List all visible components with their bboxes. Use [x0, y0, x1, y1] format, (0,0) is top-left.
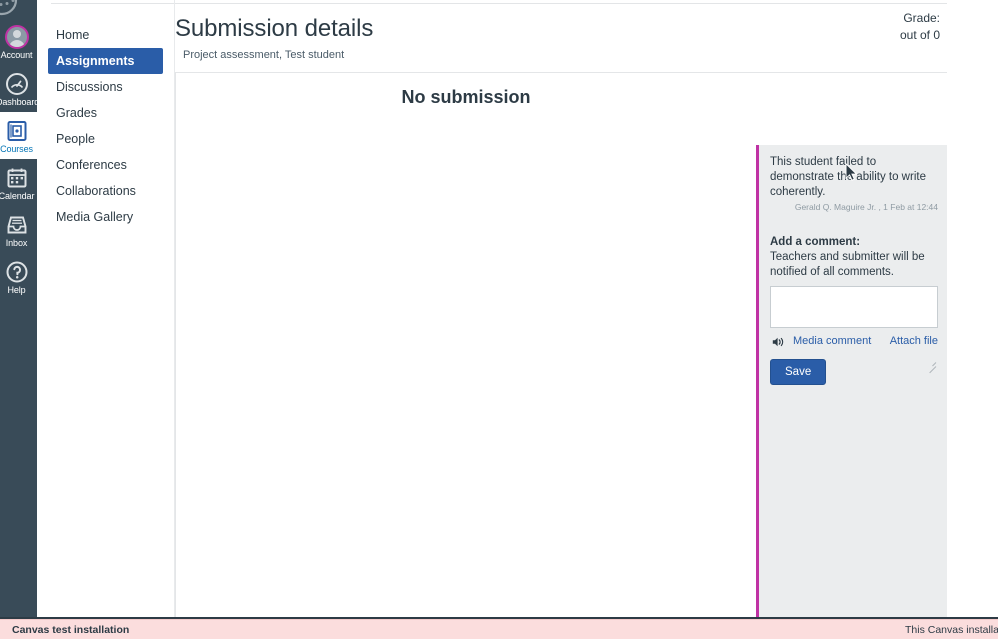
speaker-icon: [772, 335, 785, 353]
global-nav-label-dashboard: Dashboard: [0, 97, 37, 107]
grade-label: Grade:: [903, 11, 940, 25]
page-right-gutter: [947, 0, 998, 617]
environment-banner: Canvas test installation This Canvas ins…: [0, 619, 998, 639]
comments-sidebar: This student failed to demonstrate the a…: [756, 145, 949, 617]
no-submission-message: No submission: [401, 87, 531, 107]
attach-file-link[interactable]: Attach file: [890, 333, 938, 349]
global-nav-label-inbox: Inbox: [5, 238, 28, 248]
course-nav-list-item: Grades: [37, 100, 174, 126]
environment-banner-left-text: Canvas test installation: [12, 624, 130, 636]
global-nav-item-help[interactable]: Help: [0, 253, 37, 300]
sidebar-item-discussions[interactable]: Discussions: [48, 74, 163, 100]
course-nav-list: Home Assignments Discussions Grades Peop…: [37, 8, 174, 230]
course-nav-top-divider: [51, 3, 174, 4]
points-possible: out of 0: [899, 28, 940, 42]
environment-banner-right-text: This Canvas installatio: [905, 624, 998, 636]
course-nav-list-item: Assignments: [37, 48, 174, 74]
sidebar-item-assignments[interactable]: Assignments: [48, 48, 163, 74]
page-header: Submission details Project assessment, T…: [175, 14, 998, 62]
app-screen: Account Dashboard Courses: [0, 0, 998, 639]
course-nav-list-item: Media Gallery: [37, 204, 174, 230]
global-nav-label-account: Account: [0, 50, 33, 60]
sidebar-item-media-gallery[interactable]: Media Gallery: [48, 204, 163, 230]
textarea-resize-handle[interactable]: [928, 359, 937, 374]
save-button[interactable]: Save: [770, 359, 827, 385]
calendar-icon: [0, 165, 37, 191]
course-nav-list-item: Collaborations: [37, 178, 174, 204]
global-nav-item-calendar[interactable]: Calendar: [0, 159, 37, 206]
sidebar-item-collaborations[interactable]: Collaborations: [48, 178, 163, 204]
global-nav-item-account[interactable]: Account: [0, 18, 37, 65]
global-nav-label-calendar: Calendar: [0, 191, 35, 201]
comment-input[interactable]: [770, 286, 938, 328]
course-nav-list-item: People: [37, 126, 174, 152]
global-navigation: Account Dashboard Courses: [0, 0, 37, 617]
global-nav-label-courses: Courses: [0, 144, 33, 154]
dashboard-icon: [0, 71, 37, 97]
content-top-divider: [175, 3, 948, 4]
comment-notify-text: Teachers and submitter will be notified …: [770, 251, 925, 278]
sidebar-item-grades[interactable]: Grades: [48, 100, 163, 126]
sidebar-item-people[interactable]: People: [48, 126, 163, 152]
courses-book-icon: [0, 118, 37, 144]
grade-summary: Grade: out of 0: [900, 10, 940, 44]
course-nav-list-item: Home: [37, 22, 174, 48]
user-avatar-icon: [0, 24, 37, 50]
global-nav-item-courses[interactable]: Courses: [0, 112, 37, 159]
media-comment-link[interactable]: Media comment: [793, 333, 871, 349]
global-nav-label-help: Help: [7, 285, 26, 295]
page-title: Submission details: [175, 15, 374, 42]
sidebar-item-conferences[interactable]: Conferences: [48, 152, 163, 178]
inbox-tray-icon: [0, 212, 37, 238]
comment-attachment-row: Media comment Attach file: [770, 333, 938, 349]
course-nav-list-item: Conferences: [37, 152, 174, 178]
course-nav-list-item: Discussions: [37, 74, 174, 100]
course-navigation: Home Assignments Discussions Grades Peop…: [37, 0, 175, 617]
comment-author-timestamp: Gerald Q. Maguire Jr. , 1 Feb at 12:44: [794, 202, 938, 212]
comment-body: This student failed to demonstrate the a…: [770, 156, 926, 198]
main-content: Submission details Project assessment, T…: [175, 0, 998, 617]
page-subtitle: Project assessment, Test student: [183, 49, 345, 61]
global-nav-item-inbox[interactable]: Inbox: [0, 206, 37, 253]
add-comment-label: Add a comment:: [770, 236, 861, 248]
sidebar-item-home[interactable]: Home: [48, 22, 163, 48]
help-question-icon: [0, 259, 37, 285]
canvas-logo[interactable]: [0, 0, 37, 18]
global-nav-item-dashboard[interactable]: Dashboard: [0, 65, 37, 112]
submission-frame: No submission This student failed to dem…: [175, 72, 949, 617]
